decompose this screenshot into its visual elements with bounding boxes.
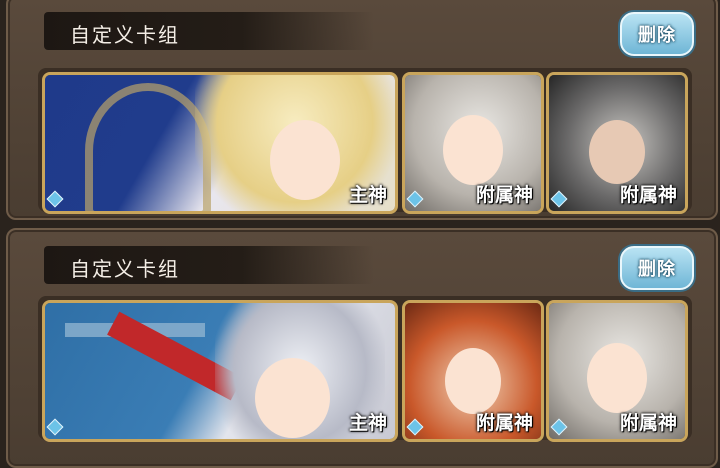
character-face — [443, 115, 503, 185]
card-role-label: 附属神 — [475, 184, 533, 206]
card-row: 主神 附属神 附属神 — [38, 68, 692, 214]
deck-title: 自定义卡组 — [70, 23, 180, 47]
deck-title-bar: 自定义卡组 — [44, 246, 374, 284]
card-role-label: 附属神 — [619, 412, 677, 434]
card-role-label: 附属神 — [619, 184, 677, 206]
card-row: 主神 附属神 附属神 — [38, 296, 692, 442]
card-role-label: 附属神 — [475, 412, 533, 434]
character-face — [587, 343, 647, 413]
card-role-label: 主神 — [348, 412, 387, 434]
card-role-label: 主神 — [348, 184, 387, 206]
delete-button[interactable]: 删除 — [620, 12, 694, 56]
sub-god-card-2[interactable]: 附属神 — [546, 72, 688, 214]
sub-god-card-1[interactable]: 附属神 — [402, 72, 544, 214]
deck-panel-2: 自定义卡组 删除 主神 附属神 附属神 — [6, 228, 718, 468]
deck-title-bar: 自定义卡组 — [44, 12, 374, 50]
character-face — [445, 348, 501, 414]
emblem-icon — [85, 83, 211, 211]
deck-title: 自定义卡组 — [70, 257, 180, 281]
sub-god-card-1[interactable]: 附属神 — [402, 300, 544, 442]
sub-god-card-2[interactable]: 附属神 — [546, 300, 688, 442]
delete-button[interactable]: 删除 — [620, 246, 694, 290]
character-face — [270, 120, 340, 200]
main-god-card[interactable]: 主神 — [42, 72, 398, 214]
character-face — [589, 120, 645, 184]
deck-panel-1: 自定义卡组 删除 主神 附属神 附属神 — [6, 0, 718, 220]
character-face — [255, 358, 330, 438]
main-god-card[interactable]: 主神 — [42, 300, 398, 442]
